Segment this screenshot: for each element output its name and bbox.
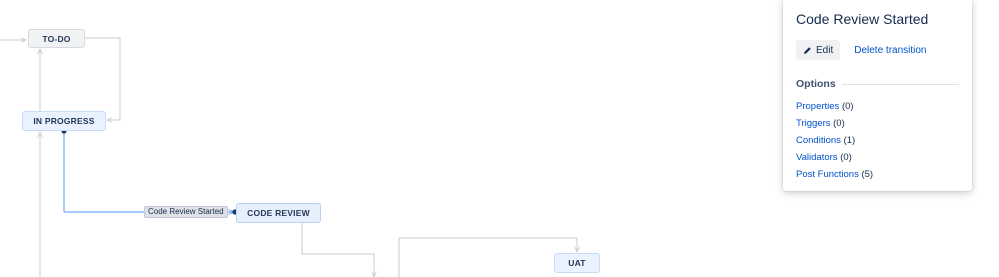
option-properties: Properties (0) <box>796 98 959 115</box>
option-conditions-link[interactable]: Conditions <box>796 135 841 146</box>
options-list: Properties (0) Triggers (0) Conditions (… <box>796 98 959 183</box>
edit-button[interactable]: Edit <box>796 40 841 60</box>
pencil-icon <box>804 46 811 54</box>
options-heading-label: Options <box>796 78 836 90</box>
option-count: (0) <box>833 118 845 129</box>
edge-todo-to-inprogress[interactable] <box>85 37 121 120</box>
edge-codereview-out[interactable] <box>301 222 374 277</box>
option-count: (5) <box>861 169 874 180</box>
options-heading: Options <box>796 78 959 90</box>
delete-transition-link[interactable]: Delete transition <box>854 45 926 56</box>
edge-code-review-started[interactable] <box>63 131 234 212</box>
option-post-functions: Post Functions (5) <box>796 166 959 183</box>
option-count: (1) <box>843 135 856 146</box>
option-count: (0) <box>840 152 852 163</box>
transition-details-panel: Code Review Started Edit Delete transiti… <box>783 0 972 191</box>
status-node-uat[interactable]: UAT <box>554 253 600 273</box>
option-post-functions-link[interactable]: Post Functions <box>796 169 859 180</box>
option-properties-link[interactable]: Properties <box>796 101 839 112</box>
transition-label-code-review-started[interactable]: Code Review Started <box>144 206 228 218</box>
option-validators: Validators (0) <box>796 149 959 166</box>
option-conditions: Conditions (1) <box>796 132 959 149</box>
edge-into-uat[interactable] <box>398 237 577 277</box>
status-node-code-review[interactable]: CODE REVIEW <box>236 203 321 223</box>
option-count: (0) <box>841 101 854 112</box>
edit-button-label: Edit <box>816 44 834 56</box>
option-triggers-link[interactable]: Triggers <box>796 118 831 129</box>
panel-actions: Edit Delete transition <box>796 40 959 60</box>
options-divider <box>841 83 959 85</box>
status-node-todo[interactable]: TO-DO <box>28 29 85 48</box>
option-triggers: Triggers (0) <box>796 115 959 132</box>
status-node-in-progress[interactable]: IN PROGRESS <box>22 111 106 131</box>
panel-title: Code Review Started <box>796 11 929 27</box>
option-validators-link[interactable]: Validators <box>796 152 838 163</box>
